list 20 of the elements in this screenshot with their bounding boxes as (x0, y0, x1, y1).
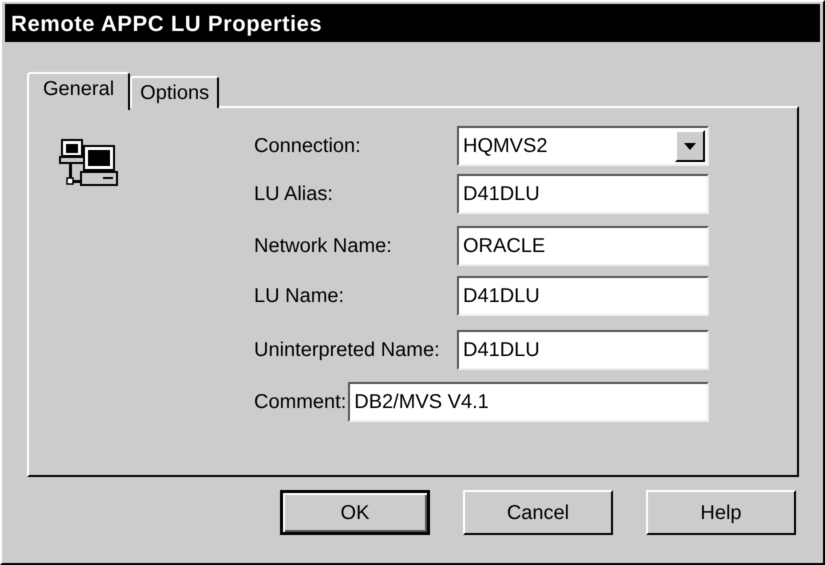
field-label: LU Name: (254, 284, 344, 309)
field-label: Connection: (254, 134, 361, 159)
tab[interactable]: General (27, 72, 130, 110)
dropdown-arrow-button[interactable] (675, 130, 705, 162)
window-title: Remote APPC LU Properties (11, 10, 322, 38)
input-field[interactable]: D41DLU (457, 330, 709, 370)
input-field[interactable]: ORACLE (457, 226, 709, 266)
field-label: Network Name: (254, 234, 392, 259)
field-label: Uninterpreted Name: (254, 338, 440, 363)
input-field[interactable]: D41DLU (457, 174, 709, 214)
field-label: Comment: (254, 390, 346, 415)
field-label: LU Alias: (254, 182, 333, 207)
dialog-button[interactable]: Cancel (463, 490, 613, 535)
input-field[interactable]: DB2/MVS V4.1 (348, 382, 709, 422)
input-field[interactable]: D41DLU (457, 276, 709, 316)
caret-icon (684, 142, 696, 150)
connection-dropdown[interactable]: HQMVS2 (457, 126, 709, 166)
dialog-button[interactable]: OK (280, 490, 430, 535)
tab[interactable]: Options (130, 76, 220, 108)
dialog-button[interactable]: Help (646, 490, 796, 535)
